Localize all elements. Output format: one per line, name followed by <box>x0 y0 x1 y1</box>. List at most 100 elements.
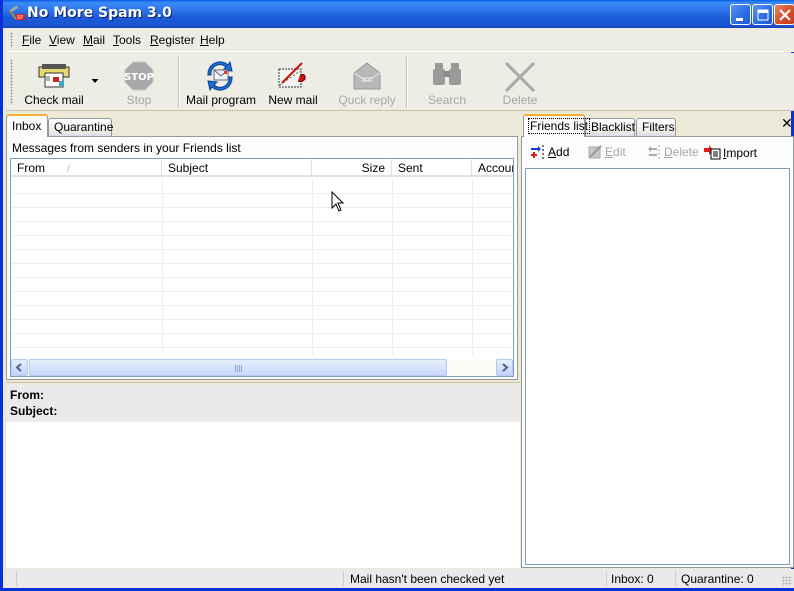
preview-header: From: Subject: <box>6 385 520 422</box>
menu-accel: V <box>49 33 57 47</box>
tab-inbox[interactable]: Inbox <box>6 114 48 137</box>
status-inbox-count: Inbox: 0 <box>611 572 654 586</box>
tool-accel: E <box>605 145 614 159</box>
grid-column-line <box>162 179 163 355</box>
tab-label: Quarantine <box>54 120 114 134</box>
status-bar: Mail hasn't been checked yet Inbox: 0 Qu… <box>6 569 794 588</box>
scroll-left-button[interactable] <box>11 359 28 376</box>
quick-reply-icon <box>353 62 381 90</box>
edit-friend-button[interactable]: Edit <box>587 145 626 159</box>
menu-label: ile <box>29 33 42 47</box>
menu-accel: H <box>200 33 209 47</box>
tool-label: elete <box>672 145 699 159</box>
message-list-header: From / Subject Size Sent Accour <box>11 159 513 177</box>
main-toolbar: Check mail STOP Stop Mail program New ma… <box>6 53 794 111</box>
menu-mail[interactable]: Mail <box>83 33 105 47</box>
tab-quarantine[interactable]: Quarantine <box>48 118 114 136</box>
stop-sign-icon: STOP <box>124 61 154 91</box>
grid-row-line <box>11 291 513 292</box>
menu-register[interactable]: Register <box>150 33 195 47</box>
grid-row-line <box>11 333 513 334</box>
tab-blacklist[interactable]: Blacklist <box>585 118 635 136</box>
column-account[interactable]: Accour <box>472 159 514 177</box>
chevron-left-icon <box>15 363 22 372</box>
stop-button[interactable]: STOP Stop <box>114 53 164 111</box>
preview-body[interactable] <box>6 422 520 568</box>
scroll-thumb[interactable] <box>29 359 447 376</box>
friends-list-panel: Add Edit Delete Import <box>521 136 794 568</box>
close-icon <box>779 9 791 21</box>
check-mail-button[interactable]: Check mail <box>20 53 88 111</box>
svg-text:SP: SP <box>17 15 23 21</box>
tab-filters[interactable]: Filters <box>636 118 676 136</box>
toolbar-separator <box>406 57 408 107</box>
import-icon <box>704 145 721 160</box>
column-sent[interactable]: Sent <box>392 159 472 177</box>
tool-label: mport <box>726 146 758 160</box>
chevron-right-icon <box>502 363 509 372</box>
status-separator <box>675 571 676 586</box>
import-button[interactable]: Import <box>704 145 757 160</box>
mail-program-button[interactable]: Mail program <box>186 53 257 111</box>
grid-column-line <box>392 179 393 355</box>
message-list[interactable]: From / Subject Size Sent Accour <box>10 158 514 377</box>
horizontal-scrollbar[interactable] <box>11 359 513 376</box>
grid-row-line <box>11 347 513 348</box>
close-button[interactable] <box>774 4 794 25</box>
toolbar-button-label: Mail program <box>186 93 257 107</box>
resize-grip[interactable] <box>782 576 792 586</box>
preview-from-label: From: <box>10 388 44 402</box>
scroll-right-button[interactable] <box>496 359 513 376</box>
toolbar-grip[interactable] <box>10 59 13 105</box>
search-button[interactable]: Search <box>418 53 476 111</box>
grid-row-line <box>11 221 513 222</box>
column-size[interactable]: Size <box>312 159 392 177</box>
status-separator <box>606 571 607 586</box>
quick-reply-button[interactable]: Quck reply <box>336 53 398 111</box>
column-label: Size <box>361 161 385 175</box>
grid-row-line <box>11 305 513 306</box>
column-label: From <box>17 161 45 175</box>
menu-label: ail <box>93 33 106 47</box>
friends-list[interactable] <box>525 168 790 565</box>
tool-accel: A <box>548 145 557 159</box>
grid-row-line <box>11 319 513 320</box>
grid-column-line <box>472 179 473 355</box>
delete-friend-button[interactable]: Delete <box>646 145 699 159</box>
mouse-cursor-icon <box>331 191 345 212</box>
menu-help[interactable]: Help <box>200 33 225 47</box>
delete-button[interactable]: Delete <box>492 53 548 111</box>
list-description: Messages from senders in your Friends li… <box>12 141 241 155</box>
tab-label: Inbox <box>12 119 42 133</box>
toolbar-button-label: New mail <box>268 93 318 107</box>
menu-tools[interactable]: Tools <box>113 33 141 47</box>
column-from[interactable]: From / <box>11 159 162 177</box>
preview-splitter[interactable] <box>6 382 520 384</box>
menu-view[interactable]: View <box>49 33 75 47</box>
app-hammer-icon: SP <box>9 5 25 21</box>
menubar-grip[interactable] <box>10 32 13 48</box>
toolbar-button-label: Stop <box>126 93 152 107</box>
menu-label: egister <box>158 33 195 47</box>
title-bar[interactable]: SP No More Spam 3.0 <box>3 0 794 28</box>
add-icon <box>531 145 544 159</box>
tab-friends-list[interactable]: Friends list <box>523 114 591 137</box>
maximize-button[interactable] <box>752 4 773 25</box>
menu-bar: File View Mail Tools Register Help <box>6 28 794 52</box>
minimize-button[interactable] <box>730 4 751 25</box>
message-list-body <box>11 179 513 355</box>
toolbar-button-label: Delete <box>502 93 538 107</box>
check-mail-icon <box>38 64 70 88</box>
new-mail-button[interactable]: New mail <box>262 53 324 111</box>
check-mail-dropdown[interactable] <box>88 53 102 111</box>
column-subject[interactable]: Subject <box>162 159 312 177</box>
mail-program-icon <box>207 61 233 91</box>
app-window: SP No More Spam 3.0 File View Mail Tools… <box>0 0 794 591</box>
binoculars-icon <box>433 63 461 85</box>
close-panel-icon[interactable]: ✕ <box>781 115 793 132</box>
status-message: Mail hasn't been checked yet <box>350 572 505 586</box>
add-friend-button[interactable]: Add <box>530 145 569 159</box>
menu-file[interactable]: File <box>22 33 41 47</box>
column-label: Accour <box>478 161 514 175</box>
preview-subject-label: Subject: <box>10 404 58 418</box>
